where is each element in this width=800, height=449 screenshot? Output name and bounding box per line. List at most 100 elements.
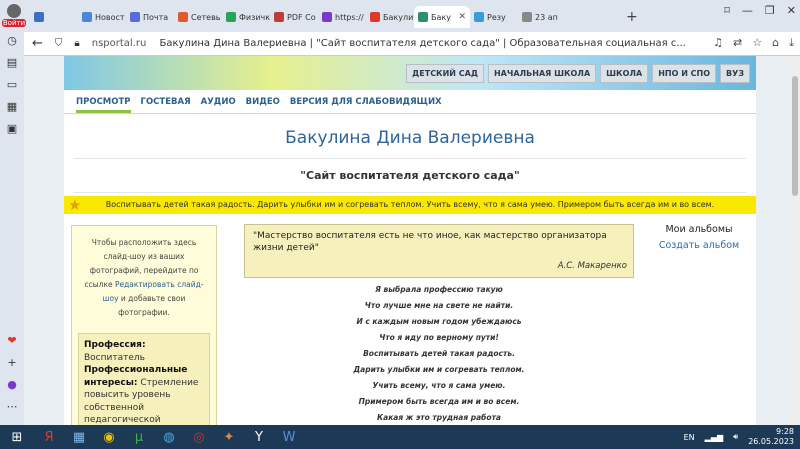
close-tab-icon[interactable]: ✕ (458, 12, 466, 22)
profession-label: Профессия: (84, 340, 146, 350)
profile-info-box: Профессия: Воспитатель Профессиональные … (78, 333, 210, 425)
close-window-button[interactable]: ✕ (787, 4, 796, 17)
motto-banner: ★ Воспитывать детей такая радость. Дарит… (64, 196, 756, 214)
scrollbar-thumb[interactable] (792, 76, 798, 196)
downloads-icon[interactable]: ▭ (4, 78, 20, 94)
clock-date: 26.05.2023 (748, 437, 794, 446)
minimize-button[interactable]: — (742, 4, 753, 17)
login-button[interactable]: Войти (2, 4, 26, 27)
language-indicator[interactable]: EN (684, 433, 695, 442)
divider (74, 192, 746, 193)
poem-line: Дарить улыбки им и согревать теплом. (353, 365, 525, 374)
avatar-icon (7, 4, 21, 18)
translate-icon[interactable]: ⇄ (733, 36, 742, 50)
system-tray: EN ▂▄▆ 🔊︎ 9:28 26.05.2023 (684, 427, 800, 447)
browser-tab[interactable]: Бакули (366, 6, 414, 28)
network-icon[interactable]: ▂▄▆ (705, 433, 723, 442)
tab-favicon-icon (418, 12, 428, 22)
history-icon[interactable]: ◷ (4, 34, 20, 50)
notes-icon[interactable]: ▣ (4, 122, 20, 138)
bookmark-icon[interactable]: ⌑ (724, 4, 730, 17)
site-banner: ДЕТСКИЙ САД НАЧАЛЬНАЯ ШКОЛА ШКОЛА НПО И СПО… (64, 56, 756, 90)
quote-author: А.С. Макаренко (557, 261, 627, 271)
quote-box: "Мастерство воспитателя есть не что иное… (244, 224, 634, 278)
browser-tab[interactable]: Физичк (222, 6, 270, 28)
address-actions: ♫ ⇄ ☆ ⌂ ⤓ (713, 36, 794, 50)
subnav-item[interactable]: АУДИО (201, 97, 236, 107)
poem-line: Какая ж это трудная работа (377, 413, 501, 422)
maximize-button[interactable]: ❐ (765, 4, 775, 17)
browser-tab[interactable]: PDF Co (270, 6, 318, 28)
section-tab[interactable]: НАЧАЛЬНАЯ ШКОЛА (487, 64, 597, 83)
clock[interactable]: 9:28 26.05.2023 (748, 427, 794, 447)
browser-tab[interactable]: Сетевь (174, 6, 222, 28)
yandex-browser-icon[interactable]: Я (34, 425, 64, 449)
back-arrow-icon[interactable]: ← (32, 36, 43, 51)
clock-time: 9:28 (776, 427, 794, 436)
slideshow-info: Чтобы расположить здесь слайд-шоу из ваш… (72, 226, 216, 320)
url-field[interactable]: nsportal.ru Бакулина Дина Валериевна | "… (92, 38, 686, 49)
extension-icon[interactable]: ⌂ (772, 36, 779, 50)
section-tab[interactable]: ШКОЛА (600, 64, 649, 83)
browser-tab[interactable]: 23 ап (518, 6, 566, 28)
browser-tab[interactable] (30, 6, 78, 28)
downloads-arrow-icon[interactable]: ⤓ (789, 36, 794, 50)
tab-favicon-icon (274, 12, 284, 22)
page-title: Бакулина Дина Валериевна (285, 128, 535, 148)
subnav-item[interactable]: ВИДЕО (246, 97, 280, 107)
profile-subnav: ПРОСМОТР ГОСТЕВАЯ АУДИО ВИДЕО ВЕРСИЯ ДЛЯ СЛА… (64, 90, 756, 114)
subnav-item[interactable]: ПРОСМОТР (76, 97, 131, 113)
alice-icon[interactable]: ● (4, 378, 20, 394)
address-bar: ← ⛉ 🔒︎ nsportal.ru Бакулина Дина Валерие… (24, 32, 800, 56)
page-scrollbar[interactable] (790, 56, 800, 425)
browser-tab[interactable]: Резу (470, 6, 518, 28)
tab-favicon-icon (34, 12, 44, 22)
bookmark-star-icon[interactable]: ☆ (752, 36, 762, 50)
poem-line: Что я иду по верному пути! (379, 333, 499, 342)
browser-tab[interactable]: Новост (78, 6, 126, 28)
tab-label: Новост (95, 12, 125, 22)
create-album-link[interactable]: Создать альбом (654, 240, 744, 251)
add-panel-icon[interactable]: + (4, 356, 20, 372)
windows-taskbar: ⊞ Я ▦ ◉ µ ◍ ◎ ✦ Y W EN ▂▄▆ 🔊︎ 9:28 26.05… (0, 425, 800, 449)
tab-favicon-icon (522, 12, 532, 22)
subnav-item[interactable]: ГОСТЕВАЯ (141, 97, 191, 107)
headphones-icon[interactable]: ♫ (713, 36, 723, 50)
eye-app-icon[interactable]: ◎ (184, 425, 214, 449)
yandex-app-icon[interactable]: Y (244, 425, 274, 449)
collections-icon[interactable]: ▤ (4, 56, 20, 72)
poem-line: Воспитывать детей такая радость. (363, 349, 515, 358)
url-page-title: Бакулина Дина Валериевна | "Сайт воспита… (159, 38, 686, 49)
section-tab[interactable]: НПО И СПО (652, 64, 717, 83)
tab-label: Резу (487, 12, 506, 22)
albums-panel: Мои альбомы Создать альбом (654, 224, 744, 251)
browser-tab[interactable]: Почта (126, 6, 174, 28)
calculator-icon[interactable]: ▦ (64, 425, 94, 449)
motto-text: Воспитывать детей такая радость. Дарить … (105, 200, 715, 209)
shield-icon[interactable]: ⛉ (55, 38, 63, 49)
site-container: ДЕТСКИЙ САД НАЧАЛЬНАЯ ШКОЛА ШКОЛА НПО И СПО… (64, 56, 756, 425)
yandex-heart-icon[interactable]: ❤ (4, 334, 20, 350)
subnav-item[interactable]: ВЕРСИЯ ДЛЯ СЛАБОВИДЯЩИХ (290, 97, 442, 107)
browser-tab[interactable]: https:// (318, 6, 366, 28)
tab-label: Почта (143, 12, 169, 22)
section-tab[interactable]: ДЕТСКИЙ САД (406, 64, 484, 83)
tab-strip: Новост Почта Сетевь Физичк PDF Co https:// Бак… (30, 6, 566, 30)
start-button[interactable]: ⊞ (0, 425, 34, 449)
page-viewport: ДЕТСКИЙ САД НАЧАЛЬНАЯ ШКОЛА ШКОЛА НПО И СПО… (24, 56, 800, 425)
tab-favicon-icon (322, 12, 332, 22)
star-icon: ★ (68, 196, 82, 214)
word-icon[interactable]: W (274, 425, 304, 449)
yandex-market-icon[interactable]: ◉ (94, 425, 124, 449)
new-tab-button[interactable]: + (626, 9, 638, 25)
section-tab[interactable]: ВУЗ (720, 64, 750, 83)
browser-tab[interactable]: Баку ✕ (414, 6, 470, 28)
tab-favicon-icon (178, 12, 188, 22)
game-icon[interactable]: ✦ (214, 425, 244, 449)
utorrent-icon[interactable]: µ (124, 425, 154, 449)
zoom-icon[interactable]: ◍ (154, 425, 184, 449)
more-icon[interactable]: ⋯ (4, 400, 20, 416)
volume-icon[interactable]: 🔊︎ (733, 432, 738, 442)
calendar-icon[interactable]: ▦ (4, 100, 20, 116)
lock-icon[interactable]: 🔒︎ (74, 38, 79, 49)
